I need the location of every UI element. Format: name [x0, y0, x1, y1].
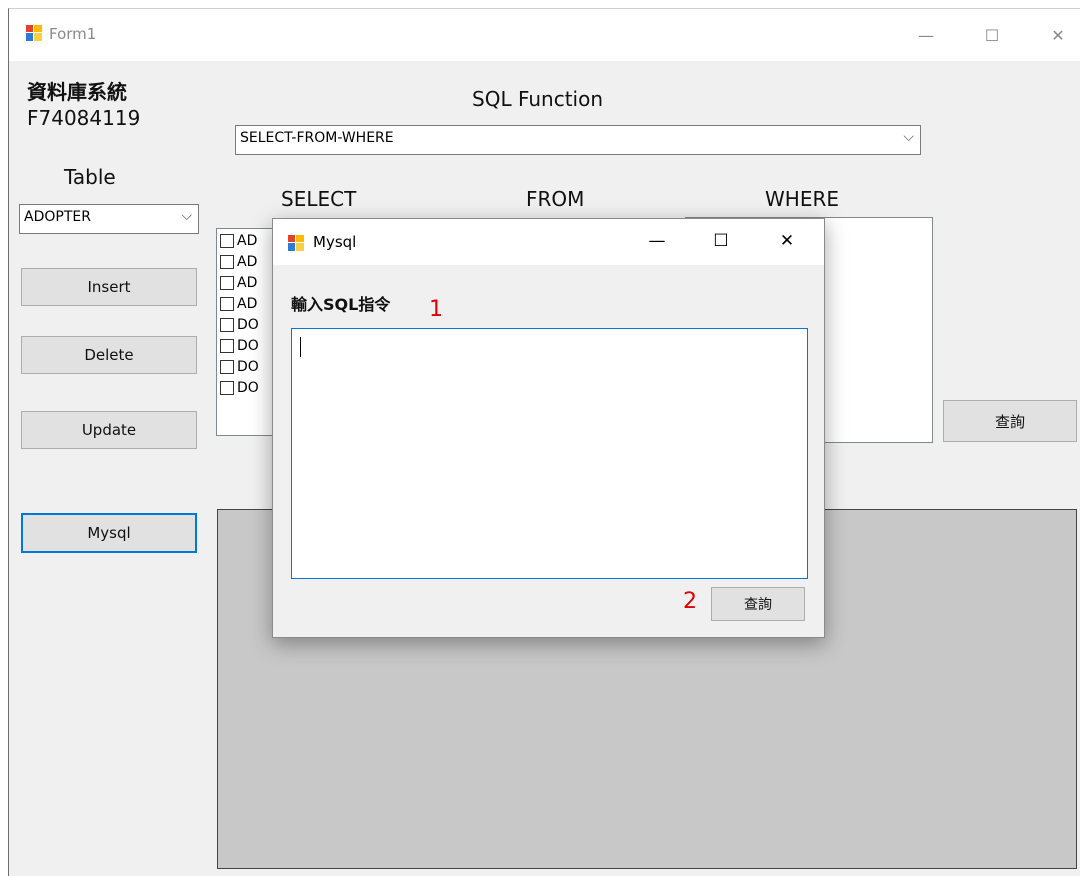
table-value: ADOPTER: [24, 209, 91, 225]
annotation-1: 1: [429, 297, 443, 322]
update-button[interactable]: Update: [21, 411, 197, 449]
checkbox-unchecked-icon[interactable]: [220, 318, 234, 332]
sql-command-input[interactable]: [291, 328, 808, 579]
window-title: Form1: [49, 25, 97, 43]
app-icon: [288, 235, 304, 251]
dialog-query-button[interactable]: 查詢: [711, 587, 805, 621]
sql-prompt-label: 輸入SQL指令: [291, 295, 391, 314]
checkbox-unchecked-icon[interactable]: [220, 234, 234, 248]
dialog-maximize-button[interactable]: ☐: [701, 231, 741, 251]
chevron-down-icon: ⌵: [903, 129, 914, 145]
sql-function-value: SELECT-FROM-WHERE: [240, 130, 394, 146]
delete-button[interactable]: Delete: [21, 336, 197, 374]
checklist-item[interactable]: AD: [220, 232, 257, 250]
where-column-header: WHERE: [765, 187, 839, 211]
query-button[interactable]: 查詢: [943, 400, 1077, 442]
dialog-minimize-button[interactable]: —: [637, 231, 677, 251]
dialog-titlebar: Mysql — ☐ ✕: [273, 219, 824, 265]
checkbox-unchecked-icon[interactable]: [220, 360, 234, 374]
checklist-item[interactable]: DO: [220, 337, 259, 355]
checkbox-unchecked-icon[interactable]: [220, 381, 234, 395]
table-label: Table: [64, 165, 116, 189]
insert-button[interactable]: Insert: [21, 268, 197, 306]
main-titlebar: Form1 — ☐ ✕: [9, 9, 1080, 61]
checklist-item[interactable]: AD: [220, 274, 257, 292]
header-student-id: F74084119: [27, 106, 141, 130]
sql-function-dropdown[interactable]: SELECT-FROM-WHERE ⌵: [235, 125, 921, 155]
checklist-item[interactable]: DO: [220, 379, 259, 397]
dialog-title: Mysql: [313, 233, 357, 251]
maximize-button[interactable]: ☐: [969, 19, 1015, 51]
checklist-item[interactable]: DO: [220, 358, 259, 376]
table-dropdown[interactable]: ADOPTER ⌵: [19, 204, 199, 234]
annotation-2: 2: [683, 589, 697, 614]
minimize-button[interactable]: —: [903, 19, 949, 51]
from-column-header: FROM: [526, 187, 585, 211]
sql-function-label: SQL Function: [472, 87, 604, 111]
checkbox-unchecked-icon[interactable]: [220, 276, 234, 290]
checkbox-unchecked-icon[interactable]: [220, 255, 234, 269]
select-column-header: SELECT: [281, 187, 357, 211]
header-system-label: 資料庫系統: [27, 80, 127, 104]
close-button[interactable]: ✕: [1035, 19, 1080, 51]
mysql-button[interactable]: Mysql: [21, 513, 197, 553]
text-caret: [300, 337, 301, 357]
checklist-item[interactable]: DO: [220, 316, 259, 334]
mysql-dialog: Mysql — ☐ ✕ 輸入SQL指令 1 2 查詢: [272, 218, 825, 638]
app-icon: [26, 25, 42, 41]
dialog-close-button[interactable]: ✕: [767, 231, 807, 251]
checkbox-unchecked-icon[interactable]: [220, 297, 234, 311]
checkbox-unchecked-icon[interactable]: [220, 339, 234, 353]
checklist-item[interactable]: AD: [220, 295, 257, 313]
chevron-down-icon: ⌵: [181, 208, 192, 224]
checklist-item[interactable]: AD: [220, 253, 257, 271]
